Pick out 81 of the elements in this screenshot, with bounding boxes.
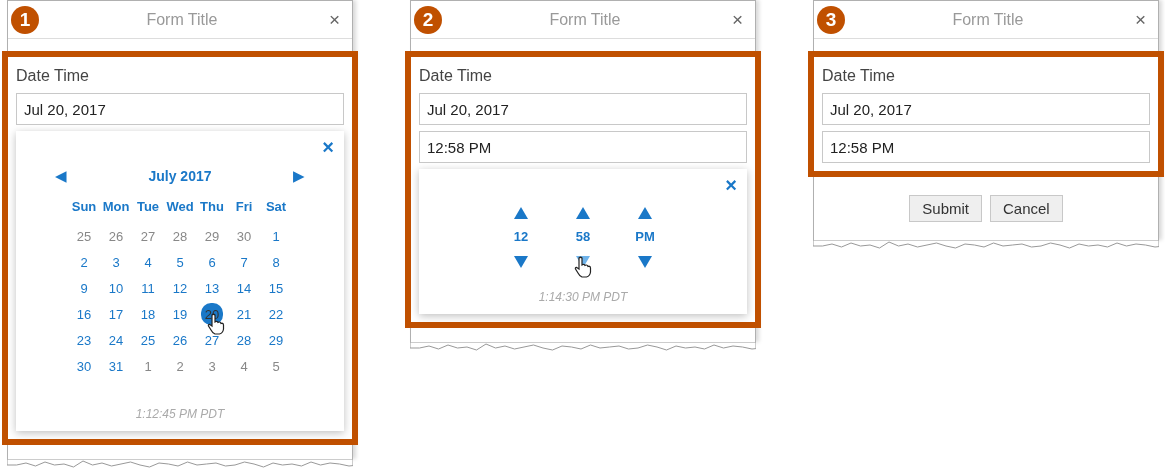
calendar-day[interactable]: 28	[169, 225, 191, 247]
weekday-header: Sun	[71, 199, 97, 216]
close-button[interactable]: ×	[1130, 8, 1150, 31]
calendar-day[interactable]: 30	[73, 355, 95, 377]
close-button[interactable]: ×	[322, 137, 334, 157]
up-arrow-icon[interactable]	[576, 207, 590, 219]
calendar-day[interactable]: 6	[201, 251, 223, 273]
weekday-header: Fri	[235, 199, 253, 216]
calendar-day[interactable]: 17	[105, 303, 127, 325]
weekday-header: Wed	[166, 199, 194, 216]
form-button[interactable]: Submit	[909, 195, 982, 222]
calendar-day[interactable]: 26	[169, 329, 191, 351]
calendar-day[interactable]: 25	[73, 225, 95, 247]
close-button[interactable]: ×	[727, 8, 747, 31]
calendar-day[interactable]: 1	[265, 225, 287, 247]
weekday-header: Sat	[265, 199, 287, 216]
calendar-day[interactable]: 29	[201, 225, 223, 247]
calendar-day[interactable]: 16	[73, 303, 95, 325]
form-title: Form Title	[548, 10, 622, 29]
calendar-day[interactable]: 27	[201, 329, 223, 351]
calendar-day[interactable]: 19	[169, 303, 191, 325]
hand-cursor-icon	[574, 256, 592, 278]
calendar-day[interactable]: 30	[233, 225, 255, 247]
calendar-day[interactable]: 27	[137, 225, 159, 247]
calendar-day[interactable]: 28	[233, 329, 255, 351]
calendar-day[interactable]: 7	[233, 251, 255, 273]
step-number-badge: 3	[817, 5, 845, 34]
input-field[interactable]: Jul 20, 2017	[419, 93, 747, 125]
calendar-day[interactable]: 29	[265, 329, 287, 351]
calendar-day[interactable]: 13	[201, 277, 223, 299]
calendar-day[interactable]: 15	[265, 277, 287, 299]
close-button[interactable]: ×	[725, 175, 737, 195]
weekday-header: Mon	[102, 199, 130, 216]
input-field[interactable]: Jul 20, 2017	[16, 93, 344, 125]
calendar-day[interactable]: 1	[137, 355, 159, 377]
input-field[interactable]: 12:58 PM	[419, 131, 747, 163]
calendar-day[interactable]: 22	[265, 303, 287, 325]
calendar-day[interactable]: 23	[73, 329, 95, 351]
calendar-day[interactable]: 8	[265, 251, 287, 273]
calendar-day[interactable]: 18	[137, 303, 159, 325]
spinner-value: PM	[635, 229, 655, 244]
calendar-day[interactable]: 2	[73, 251, 95, 273]
field-label: Date Time	[419, 67, 492, 85]
previous-month-button[interactable]: ◀	[55, 167, 67, 185]
calendar-day[interactable]: 25	[137, 329, 159, 351]
input-field[interactable]: 12:58 PM	[822, 131, 1150, 163]
up-arrow-icon[interactable]	[514, 207, 528, 219]
spinner-value: 12	[513, 229, 529, 244]
month-title: July 2017	[148, 168, 212, 184]
close-button[interactable]: ×	[324, 8, 344, 31]
calendar-day[interactable]: 11	[137, 277, 159, 299]
weekday-header: Thu	[200, 199, 224, 216]
current-time: 1:14:30 PM PDT	[538, 290, 628, 304]
calendar-day[interactable]: 31	[105, 355, 127, 377]
calendar-day[interactable]: 3	[201, 355, 223, 377]
calendar-day[interactable]: 4	[233, 355, 255, 377]
form-button[interactable]: Cancel	[990, 195, 1063, 222]
field-label: Date Time	[16, 67, 89, 85]
calendar-day[interactable]: 24	[105, 329, 127, 351]
next-month-button[interactable]: ▶	[293, 167, 305, 185]
form-title: Form Title	[145, 10, 219, 29]
calendar-day[interactable]: 26	[105, 225, 127, 247]
calendar-day[interactable]: 5	[265, 355, 287, 377]
calendar-day[interactable]: 3	[105, 251, 127, 273]
calendar-day[interactable]: 2	[169, 355, 191, 377]
calendar-day[interactable]: 14	[233, 277, 255, 299]
input-field[interactable]: Jul 20, 2017	[822, 93, 1150, 125]
calendar-day[interactable]: 9	[73, 277, 95, 299]
spinner-value: 58	[575, 229, 591, 244]
weekday-header: Tue	[136, 199, 160, 216]
field-label: Date Time	[822, 67, 895, 85]
calendar-day[interactable]: 10	[105, 277, 127, 299]
current-time: 1:12:45 PM PDT	[135, 407, 225, 421]
up-arrow-icon[interactable]	[638, 207, 652, 219]
calendar-day[interactable]: 12	[169, 277, 191, 299]
calendar-day[interactable]: 5	[169, 251, 191, 273]
step-number-badge: 1	[11, 5, 39, 34]
calendar-day[interactable]: 21	[233, 303, 255, 325]
step-number-badge: 2	[414, 5, 442, 34]
calendar-day[interactable]: 4	[137, 251, 159, 273]
form-title: Form Title	[951, 10, 1025, 29]
